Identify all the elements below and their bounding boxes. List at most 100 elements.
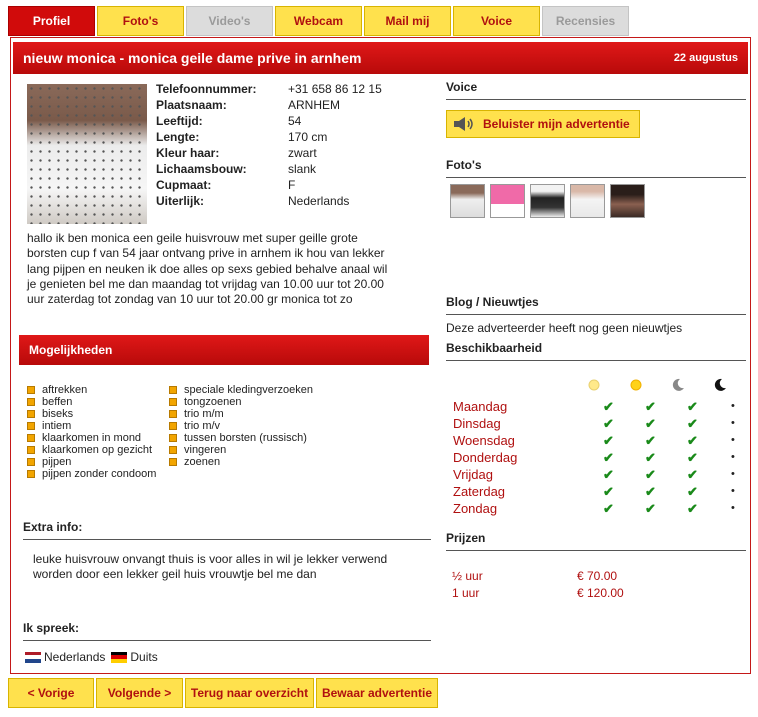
photo-thumbnail[interactable] [490,184,525,218]
price-list: ½ uur € 70.00 1 uur € 120.00 [452,568,624,602]
option-label: speciale kledingverzoeken [184,384,314,396]
tab-profiel[interactable]: Profiel [8,6,95,36]
info-key: Lichaamsbouw: [156,162,247,176]
option-label: zoenen [184,456,221,468]
day-label: Donderdag [453,450,518,465]
options-header: Mogelijkheden [19,335,429,365]
tab-recensies: Recensies [542,6,629,36]
profile-tabs: Profiel Foto's Video's Webcam Mail mij V… [8,6,629,36]
available-check-icon: ✔ [645,484,656,499]
bottom-nav: < Vorige Volgende > Terug naar overzicht… [8,678,438,708]
available-check-icon: ✔ [645,399,656,414]
available-check-icon: ✔ [603,399,614,414]
afternoon-sun-icon [630,379,642,391]
bullet-icon [27,422,35,430]
available-check-icon: ✔ [603,501,614,516]
bullet-icon [27,434,35,442]
photos-title: Foto's [446,158,482,172]
bullet-icon [169,386,177,394]
bullet-icon [27,386,35,394]
option-item: klaarkomen in mond [27,432,156,444]
photo-thumbnail[interactable] [530,184,565,218]
next-button[interactable]: Volgende > [96,678,183,708]
option-label: trio m/v [184,420,221,432]
option-label: klaarkomen op gezicht [42,444,153,456]
option-item: vingeren [169,444,313,456]
divider [23,539,431,540]
price-amount: € 120.00 [577,586,624,600]
listen-ad-button[interactable]: Beluister mijn advertentie [446,110,640,138]
photo-thumbnail[interactable] [570,184,605,218]
option-item: tongzoenen [169,396,313,408]
day-label: Dinsdag [453,416,501,431]
day-label: Zaterdag [453,484,506,499]
divider [446,550,746,551]
unavailable-dot-icon: • [731,451,735,463]
price-amount: € 70.00 [577,569,618,583]
phone-number[interactable]: +31 658 86 12 15 [288,81,382,97]
unavailable-dot-icon: • [731,468,735,480]
available-check-icon: ✔ [687,450,698,465]
night-moon-icon [714,378,726,391]
previous-button[interactable]: < Vorige [8,678,94,708]
tab-videos: Video's [186,6,273,36]
option-label: beffen [42,396,73,408]
unavailable-dot-icon: • [731,485,735,497]
option-label: vingeren [184,444,227,456]
extra-info-text: leuke huisvrouw onvangt thuis is voor al… [33,552,388,581]
available-check-icon: ✔ [603,484,614,499]
info-row: Leeftijd: 54 [156,113,382,129]
speaker-icon [454,117,473,131]
available-check-icon: ✔ [645,467,656,482]
bullet-icon [27,470,35,478]
available-check-icon: ✔ [687,484,698,499]
voice-title: Voice [446,80,478,94]
price-duration: ½ uur [452,569,483,583]
option-label: pijpen [42,456,72,468]
profile-photo[interactable] [27,84,147,224]
language-label: Duits [130,650,158,664]
bullet-icon [169,410,177,418]
language-label: Nederlands [44,650,106,664]
info-row: Telefoonnummer: +31 658 86 12 15 [156,81,382,97]
listen-ad-label: Beluister mijn advertentie [483,117,630,131]
divider [446,314,746,315]
photo-thumbnail[interactable] [450,184,485,218]
info-key: Telefoonnummer: [156,82,257,96]
option-item: aftrekken [27,384,156,396]
option-label: pijpen zonder condoom [42,468,157,480]
bullet-icon [169,434,177,442]
bullet-icon [27,398,35,406]
profile-description: hallo ik ben monica een geile huisvrouw … [27,231,388,307]
info-value: Nederlands [288,194,350,208]
tab-mail-mij[interactable]: Mail mij [364,6,451,36]
photo-thumbnail[interactable] [610,184,645,218]
unavailable-dot-icon: • [731,417,735,429]
option-label: intiem [42,420,72,432]
info-row: Plaatsnaam: ARNHEM [156,97,382,113]
extra-info-title: Extra info: [23,520,83,534]
available-check-icon: ✔ [687,399,698,414]
available-check-icon: ✔ [645,501,656,516]
info-value: ARNHEM [288,98,341,112]
tab-voice[interactable]: Voice [453,6,540,36]
day-label: Vrijdag [453,467,493,482]
day-label: Zondag [453,501,498,516]
option-label: tussen borsten (russisch) [184,432,307,444]
save-ad-button[interactable]: Bewaar advertentie [316,678,438,708]
option-label: aftrekken [42,384,88,396]
options-list-2: speciale kledingverzoeken tongzoenen tri… [169,384,313,468]
tab-fotos[interactable]: Foto's [97,6,184,36]
available-check-icon: ✔ [603,450,614,465]
price-row: ½ uur € 70.00 [452,568,624,585]
back-to-overview-button[interactable]: Terug naar overzicht [185,678,314,708]
info-row: Lichaamsbouw: slank [156,161,382,177]
divider [23,640,431,641]
option-label: tongzoenen [184,396,242,408]
available-check-icon: ✔ [645,416,656,431]
available-check-icon: ✔ [645,433,656,448]
option-item: trio m/v [169,420,313,432]
tab-webcam[interactable]: Webcam [275,6,362,36]
option-label: trio m/m [184,408,224,420]
available-check-icon: ✔ [603,416,614,431]
